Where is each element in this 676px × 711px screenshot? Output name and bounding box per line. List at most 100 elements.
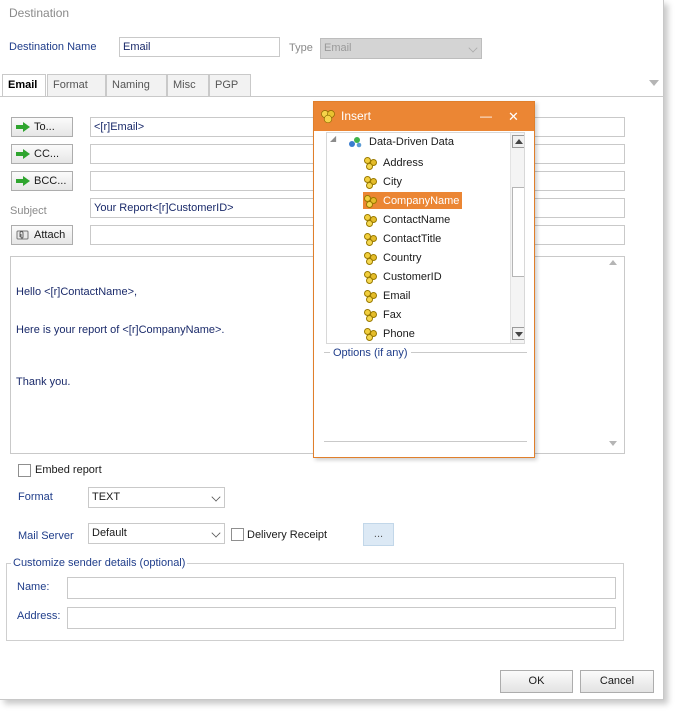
subject-label: Subject: [10, 205, 47, 217]
type-select: Email: [320, 38, 482, 59]
destination-name-input[interactable]: Email: [119, 37, 280, 57]
tree-item-label: Email: [383, 289, 411, 302]
chevron-down-icon: [211, 492, 221, 502]
puzzle-piece-icon: [363, 194, 379, 208]
tree-expander-icon[interactable]: ◢: [330, 134, 336, 143]
format-label: Format: [18, 491, 53, 503]
body-line: Here is your report of <[r]CompanyName>.: [16, 324, 225, 336]
tree-item-label: Address: [383, 156, 424, 169]
tree-item-customerid[interactable]: CustomerID: [363, 268, 445, 285]
delivery-receipt-label: Delivery Receipt: [247, 529, 328, 541]
to-button-label: To...: [34, 121, 55, 133]
tree-item-city[interactable]: City: [363, 173, 405, 190]
body-line: Thank you.: [16, 376, 71, 388]
tree-item-companyname[interactable]: CompanyName: [363, 192, 463, 209]
tree-scrollbar[interactable]: [510, 133, 524, 343]
database-icon: [349, 137, 362, 148]
cc-button-label: CC...: [34, 148, 60, 160]
puzzle-piece-icon: [363, 308, 379, 322]
green-arrow-icon: [16, 122, 30, 132]
chevron-down-icon: [515, 332, 523, 337]
scroll-thumb[interactable]: [512, 187, 524, 277]
sender-group-title: Customize sender details (optional): [11, 557, 188, 569]
tree-item-contactname[interactable]: ContactName: [363, 211, 453, 228]
bcc-button-label: BCC...: [34, 175, 67, 187]
puzzle-piece-icon: [363, 270, 379, 284]
tab-email[interactable]: Email: [2, 74, 46, 97]
insert-popup-titlebar[interactable]: Insert — ✕: [314, 102, 534, 131]
sender-name-field[interactable]: [67, 577, 616, 599]
embed-report-label: Embed report: [35, 464, 102, 476]
scroll-down-button[interactable]: [512, 327, 524, 340]
tree-item-label: Fax: [383, 308, 402, 321]
tree-item-address[interactable]: Address: [363, 154, 426, 171]
attach-button[interactable]: Attach: [11, 225, 73, 245]
to-button[interactable]: To...: [11, 117, 73, 137]
tree-item-label: Country: [383, 251, 422, 264]
insert-tree: ◢ Data-Driven Data Address City CompanyN…: [326, 132, 525, 344]
paperclip-icon: [16, 230, 29, 240]
type-label: Type: [289, 42, 313, 54]
tree-item-email[interactable]: Email: [363, 287, 414, 304]
cancel-button[interactable]: Cancel: [580, 670, 654, 693]
delivery-receipt-checkbox[interactable]: [231, 528, 244, 541]
insert-popup-title: Insert: [341, 109, 372, 123]
embed-report-checkbox[interactable]: [18, 464, 31, 477]
puzzle-piece-icon: [321, 110, 335, 124]
tab-naming[interactable]: Naming: [106, 74, 167, 96]
green-arrow-icon: [16, 176, 30, 186]
delivery-options-button[interactable]: ...: [363, 523, 394, 546]
scroll-down-icon[interactable]: [609, 441, 617, 446]
chevron-up-icon: [515, 139, 523, 144]
puzzle-piece-icon: [363, 289, 379, 303]
green-arrow-icon: [16, 149, 30, 159]
tree-root-label[interactable]: Data-Driven Data: [369, 136, 454, 148]
sender-details-group: [6, 563, 624, 641]
destination-name-label: Destination Name: [9, 41, 97, 53]
puzzle-piece-icon: [363, 156, 379, 170]
dialog-title: Destination: [9, 6, 70, 20]
cc-button[interactable]: CC...: [11, 144, 73, 164]
bcc-button[interactable]: BCC...: [11, 171, 73, 191]
tab-format[interactable]: Format: [47, 74, 106, 96]
mail-server-label: Mail Server: [18, 530, 74, 542]
type-select-value: Email: [324, 42, 352, 54]
format-select[interactable]: TEXT: [88, 487, 225, 508]
format-select-value: TEXT: [92, 491, 121, 503]
tree-item-country[interactable]: Country: [363, 249, 425, 266]
chevron-down-icon: [468, 43, 478, 53]
options-label: Options (if any): [330, 347, 411, 359]
sender-address-field[interactable]: [67, 607, 616, 629]
tab-misc[interactable]: Misc: [167, 74, 209, 96]
tree-item-contacttitle[interactable]: ContactTitle: [363, 230, 444, 247]
tree-item-label: Phone: [383, 327, 415, 340]
ok-button[interactable]: OK: [500, 670, 573, 693]
scroll-up-icon[interactable]: [609, 260, 617, 265]
tree-item-phone[interactable]: Phone: [363, 325, 418, 342]
puzzle-piece-icon: [363, 175, 379, 189]
sender-address-label: Address:: [17, 610, 61, 622]
body-line: Hello <[r]ContactName>,: [16, 286, 138, 298]
insert-popup: Insert — ✕ ◢ Data-Driven Data Address Ci…: [313, 101, 535, 458]
mail-server-select[interactable]: Default: [88, 523, 225, 544]
sender-name-label: Name:: [17, 581, 50, 593]
puzzle-piece-icon: [363, 213, 379, 227]
close-icon[interactable]: ✕: [508, 102, 519, 131]
tree-item-label: CompanyName: [383, 194, 460, 207]
tree-item-label: CustomerID: [383, 270, 442, 283]
tree-item-label: ContactName: [383, 213, 451, 226]
puzzle-piece-icon: [363, 232, 379, 246]
scroll-up-button[interactable]: [512, 135, 524, 148]
tab-overflow-icon[interactable]: [649, 80, 659, 86]
tree-item-label: City: [383, 175, 402, 188]
tree-item-fax[interactable]: Fax: [363, 306, 404, 323]
tab-pgp[interactable]: PGP: [209, 74, 251, 96]
puzzle-piece-icon: [363, 251, 379, 265]
attach-button-label: Attach: [34, 229, 66, 241]
mail-server-select-value: Default: [92, 527, 127, 539]
puzzle-piece-icon: [363, 327, 379, 341]
chevron-down-icon: [211, 528, 221, 538]
tree-item-label: ContactTitle: [383, 232, 442, 245]
tab-strip-divider: [0, 96, 664, 97]
minimize-icon[interactable]: —: [480, 102, 492, 131]
